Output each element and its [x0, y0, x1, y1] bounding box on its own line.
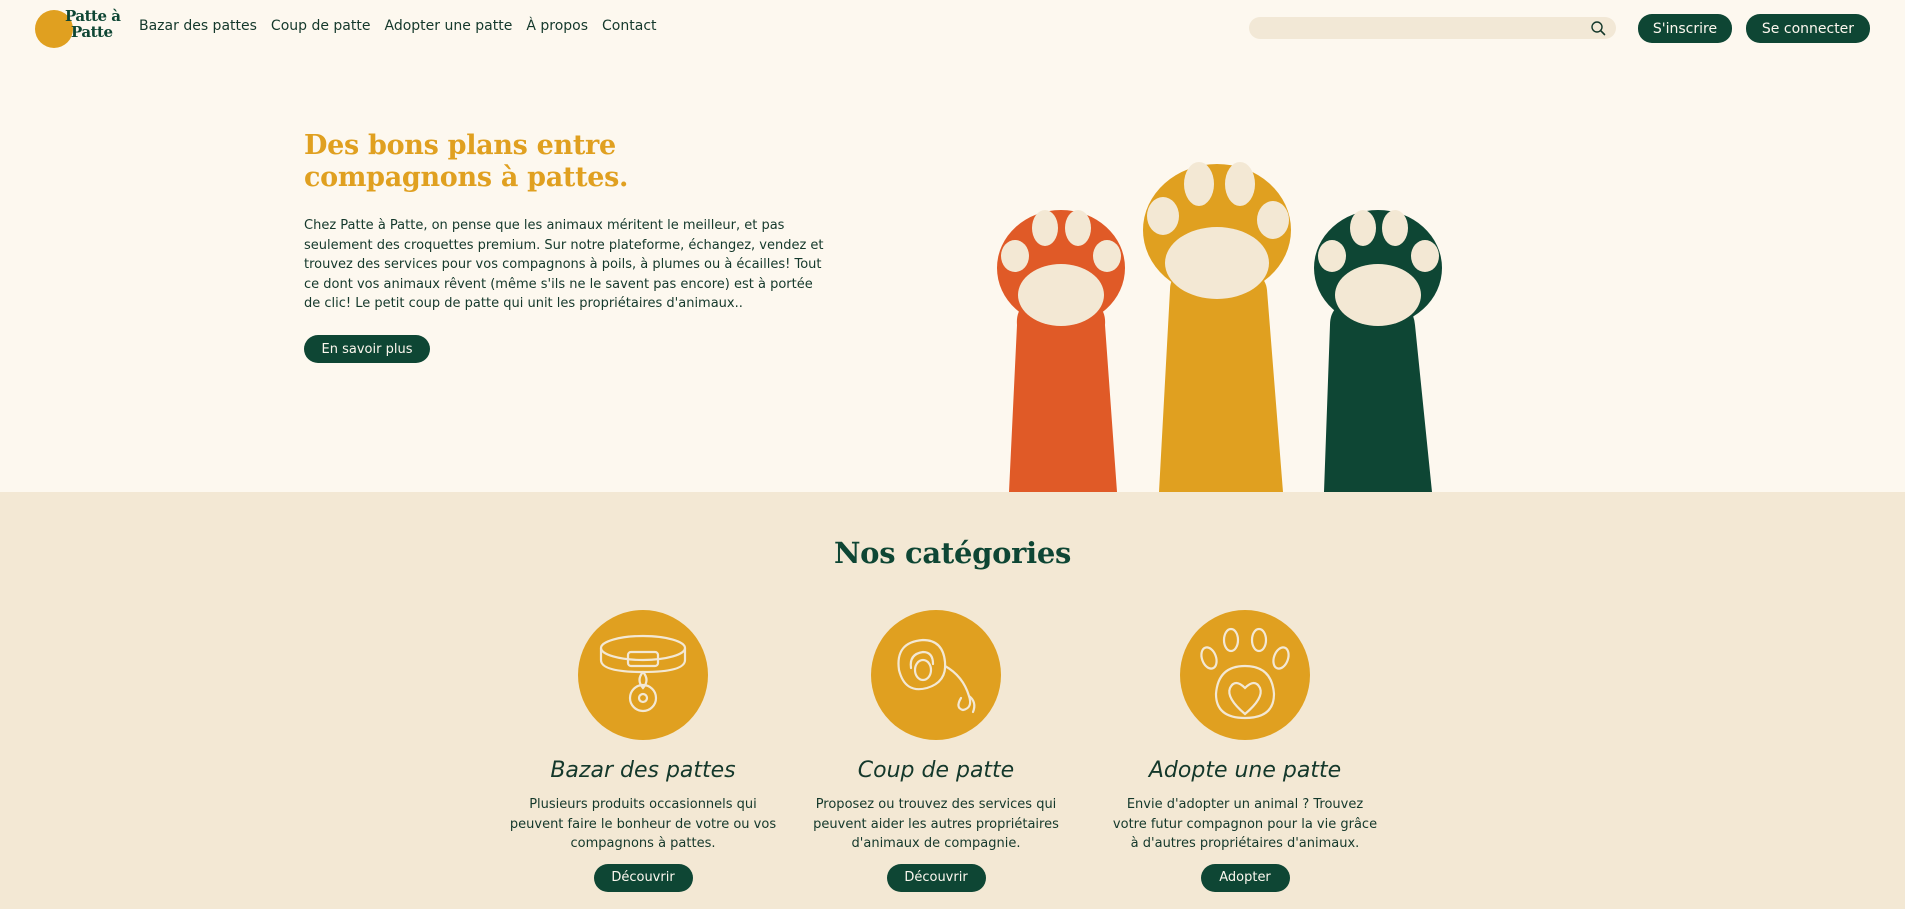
nav-link-bazar[interactable]: Bazar des pattes — [139, 18, 257, 34]
search-icon[interactable] — [1590, 20, 1606, 36]
logo[interactable]: Patte à Patte — [35, 8, 121, 50]
hero-description: Chez Patte à Patte, on pense que les ani… — [304, 218, 824, 311]
category-icon-circle — [578, 610, 708, 740]
category-card-bazar: Bazar des pattes Plusieurs produits occa… — [493, 610, 793, 892]
paw-heart-icon — [1200, 627, 1290, 720]
collar-icon — [599, 634, 687, 713]
yellow-paw-icon — [1143, 162, 1291, 492]
nav-link-contact[interactable]: Contact — [602, 18, 656, 34]
green-paw-icon — [1314, 210, 1442, 492]
adopt-button[interactable]: Adopter — [1200, 863, 1290, 892]
category-card-adopte: Adopte une patte Envie d'adopter un anim… — [1095, 610, 1395, 892]
category-icon-circle — [871, 610, 1001, 740]
categories-section: Nos catégories Bazar des pattes Plusieur… — [0, 492, 1905, 909]
signup-button[interactable]: S'inscrire — [1638, 14, 1732, 43]
learn-more-button[interactable]: En savoir plus — [304, 335, 430, 363]
nav-link-a-propos[interactable]: À propos — [526, 18, 588, 34]
discover-coup-de-patte-button[interactable]: Découvrir — [886, 863, 986, 892]
logo-text: Patte à Patte — [65, 8, 125, 40]
category-description: Proposez ou trouvez des services qui peu… — [813, 797, 1059, 851]
category-title: Bazar des pattes — [550, 758, 736, 783]
leash-icon — [897, 638, 976, 714]
category-description: Plusieurs produits occasionnels qui peuv… — [509, 797, 777, 851]
hero-title: Des bons plans entre compagnons à pattes… — [304, 130, 629, 193]
discover-bazar-button[interactable]: Découvrir — [593, 863, 693, 892]
raised-paws-illustration — [997, 162, 1442, 492]
logo-line-2: Patte — [71, 23, 113, 41]
category-card-coup-de-patte: Coup de patte Proposez ou trouvez des se… — [786, 610, 1086, 892]
nav-link-adopter[interactable]: Adopter une patte — [384, 18, 512, 34]
categories-title: Nos catégories — [833, 536, 1072, 570]
category-title: Coup de patte — [857, 758, 1015, 783]
search-input[interactable] — [1249, 17, 1579, 39]
search-bar — [1249, 17, 1616, 39]
logo-line-1: Patte à — [65, 7, 121, 25]
orange-paw-icon — [997, 210, 1125, 492]
category-description: Envie d'adopter un animal ? Trouvez votr… — [1112, 797, 1378, 851]
nav-link-coup-de-patte[interactable]: Coup de patte — [271, 18, 371, 34]
login-button[interactable]: Se connecter — [1746, 14, 1870, 43]
category-icon-circle — [1180, 610, 1310, 740]
category-title: Adopte une patte — [1148, 758, 1342, 783]
site-header: Patte à Patte Bazar des pattes Coup de p… — [0, 0, 1905, 56]
main-nav: Bazar des pattes Coup de patte Adopter u… — [139, 18, 671, 34]
